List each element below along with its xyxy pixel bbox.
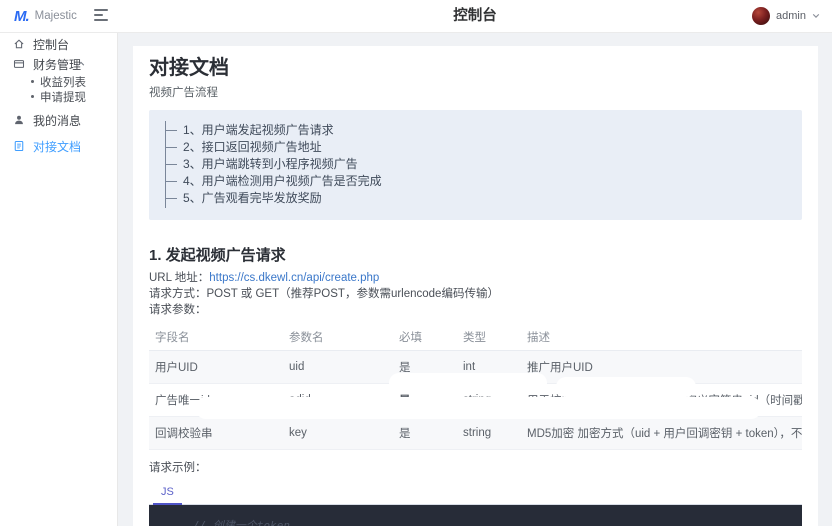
- sidebar-collapse-icon[interactable]: [94, 9, 112, 25]
- table-header-cell: 类型: [457, 324, 521, 351]
- sidebar-subitem-label: 申请提现: [40, 89, 86, 105]
- table-cell: 回调校验串: [149, 417, 283, 450]
- user-menu[interactable]: admin: [752, 0, 820, 32]
- chevron-up-icon: [77, 60, 85, 68]
- url-line: URL 地址：https://cs.dkewl.cn/api/create.ph…: [149, 272, 802, 285]
- sidebar-item-label: 财务管理: [33, 56, 81, 73]
- document-icon: [13, 140, 25, 152]
- table-row: 回调校验串 key 是 string MD5加密 加密方式（uid + 用户回调…: [149, 417, 802, 450]
- flow-item: 3、用户端跳转到小程序视频广告: [166, 156, 786, 173]
- section-heading: 1. 发起视频广告请求: [149, 248, 802, 264]
- sidebar-item-label: 对接文档: [33, 138, 81, 155]
- logo-text: Majestic: [35, 10, 77, 22]
- page-title: 控制台: [118, 0, 832, 32]
- table-cell: 用户UID: [149, 351, 283, 384]
- code-tabbar: JS: [149, 483, 802, 505]
- table-cell: uid: [283, 351, 393, 384]
- tab-js[interactable]: JS: [149, 483, 186, 504]
- flow-item: 2、接口返回视频广告地址: [166, 139, 786, 156]
- redaction-blob: [556, 377, 696, 397]
- bullet-dot: [31, 80, 34, 83]
- table-header-cell: 必填: [393, 324, 457, 351]
- sidebar-item-finance[interactable]: 财务管理: [0, 54, 117, 74]
- redaction-blob: [557, 56, 747, 77]
- bullet-dot: [31, 95, 34, 98]
- flow-list: 1、用户端发起视频广告请求 2、接口返回视频广告地址 3、用户端跳转到小程序视频…: [165, 121, 786, 208]
- majestic-logo: M. Majestic: [14, 0, 77, 32]
- doc-subtitle: 视频广告流程: [149, 86, 802, 100]
- table-header-cell: 字段名: [149, 324, 283, 351]
- redaction-blob: [196, 397, 761, 419]
- redaction-blob: [389, 373, 547, 393]
- table-header-cell: 参数名: [283, 324, 393, 351]
- sidebar-item-label: 控制台: [33, 36, 69, 53]
- table-cell: key: [283, 417, 393, 450]
- url-label: URL 地址：: [149, 272, 209, 284]
- table-cell: string: [457, 417, 521, 450]
- flow-box: 1、用户端发起视频广告请求 2、接口返回视频广告地址 3、用户端跳转到小程序视频…: [149, 110, 802, 220]
- table-cell: MD5加密 加密方式（uid + 用户回调密钥 + token），不要md5加密: [521, 417, 802, 450]
- logo-m-icon: M.: [14, 8, 29, 25]
- sidebar-item-label: 我的消息: [33, 112, 81, 129]
- method-line: 请求方式：POST 或 GET（推荐POST，参数需urlencode编码传输）: [149, 288, 802, 301]
- chevron-down-icon: [812, 12, 820, 20]
- sidebar-item-docs[interactable]: 对接文档: [0, 136, 117, 156]
- home-icon: [13, 38, 25, 50]
- flow-item: 1、用户端发起视频广告请求: [166, 122, 786, 139]
- example-label: 请求示例：: [149, 462, 802, 475]
- sidebar-item-messages[interactable]: 我的消息: [0, 110, 117, 130]
- flow-item: 4、用户端检测用户视频广告是否完成: [166, 173, 786, 190]
- content-card: 对接文档 视频广告流程 1、用户端发起视频广告请求 2、接口返回视频广告地址 3…: [133, 46, 818, 526]
- sidebar: 控制台 财务管理 收益列表 申请提现 我的消息 对接文档: [0, 33, 118, 526]
- main-content: 对接文档 视频广告流程 1、用户端发起视频广告请求 2、接口返回视频广告地址 3…: [119, 33, 832, 526]
- table-header-cell: 描述: [521, 324, 802, 351]
- sidebar-item-console[interactable]: 控制台: [0, 34, 117, 54]
- params-label: 请求参数：: [149, 304, 802, 317]
- sidebar-subitem-revenue-list[interactable]: 收益列表: [0, 74, 117, 89]
- user-icon: [13, 114, 25, 126]
- flow-item: 5、广告观看完毕发放奖励: [166, 190, 786, 207]
- topbar: M. Majestic 控制台 admin: [0, 0, 832, 33]
- code-line: // 创建一个token: [193, 518, 790, 526]
- table-cell: 是: [393, 417, 457, 450]
- username: admin: [776, 10, 806, 22]
- avatar: [752, 7, 770, 25]
- sidebar-subitem-withdraw[interactable]: 申请提现: [0, 89, 117, 104]
- sidebar-subitem-label: 收益列表: [40, 74, 86, 90]
- code-block: // 创建一个token var token = 'bnwlsj' + // 创…: [149, 505, 802, 526]
- finance-icon: [13, 58, 25, 70]
- url-link[interactable]: https://cs.dkewl.cn/api/create.php: [209, 272, 379, 284]
- table-header-row: 字段名 参数名 必填 类型 描述: [149, 324, 802, 351]
